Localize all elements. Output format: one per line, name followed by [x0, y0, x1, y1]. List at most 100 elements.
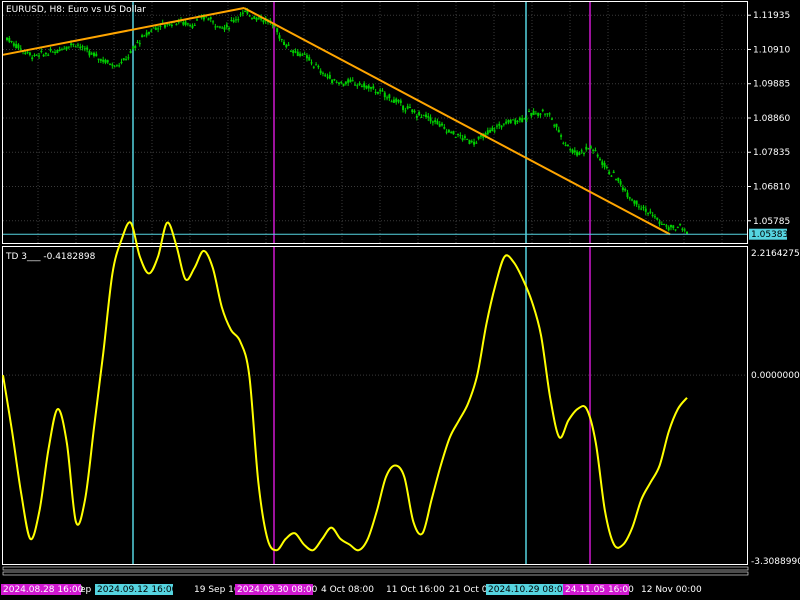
candle-body	[56, 49, 59, 53]
candle-body	[681, 228, 684, 230]
candle-body	[436, 121, 439, 125]
candle-body	[376, 91, 379, 94]
candle-body	[207, 18, 210, 21]
candle-body	[530, 113, 533, 116]
candle-body	[633, 200, 636, 204]
candle-body	[152, 27, 155, 29]
candle-body	[582, 153, 585, 155]
candle-body	[546, 113, 549, 115]
candle-body	[118, 65, 121, 67]
candle-body	[271, 24, 274, 26]
candle-body	[658, 221, 661, 224]
candle-body	[147, 31, 150, 34]
candle-body	[585, 146, 588, 150]
time-axis[interactable]: ep 19 Sep 16 4 Oct 08:00 11 Oct 16:00 21…	[1, 584, 702, 595]
candle-body	[363, 83, 366, 88]
candle-body	[63, 48, 66, 50]
candle-body	[221, 27, 224, 29]
symbol-label: EURUSD, H8: Euro vs US Dollar	[6, 5, 146, 15]
candle-body	[276, 28, 279, 33]
candle-body	[381, 90, 384, 92]
candle-body	[667, 227, 670, 231]
candle-body	[656, 217, 659, 220]
candle-body	[237, 19, 240, 21]
candle-body	[386, 97, 389, 99]
candle-body	[647, 212, 650, 214]
candle-body	[509, 119, 512, 124]
candle-body	[415, 115, 418, 118]
candle-body	[301, 54, 304, 56]
candle-body	[566, 145, 569, 147]
candle-body	[111, 64, 114, 66]
indicator-axis-max: 2.2164275	[751, 249, 800, 259]
candle-body	[576, 151, 579, 156]
candle-body	[491, 127, 494, 132]
price-tick-label: 1.09885	[753, 80, 790, 90]
candle-body	[136, 42, 139, 44]
candle-body	[93, 52, 96, 56]
candle-body	[214, 26, 217, 28]
candle-body	[191, 25, 194, 28]
candle-body	[422, 115, 425, 117]
candle-body	[218, 26, 221, 28]
candle-body	[344, 81, 347, 85]
candle-body	[578, 152, 581, 155]
time-label-3: 11 Oct 16:00	[386, 585, 445, 595]
candle-body	[571, 149, 574, 153]
candle-body	[562, 142, 565, 144]
candle-body	[511, 119, 514, 121]
candle-body	[244, 11, 247, 13]
candle-body	[120, 61, 123, 64]
candle-body	[594, 150, 597, 152]
candle-body	[143, 35, 146, 37]
candle-body	[351, 80, 354, 82]
candle-body	[424, 114, 427, 117]
candle-body	[539, 113, 542, 115]
candle-body	[310, 62, 313, 64]
candle-body	[154, 27, 157, 30]
candle-body	[441, 123, 444, 126]
candle-body	[457, 134, 460, 136]
candle-body	[54, 51, 57, 53]
candle-body	[134, 45, 137, 48]
candle-body	[454, 136, 457, 138]
candle-body	[35, 54, 38, 56]
candle-body	[157, 28, 160, 30]
candle-body	[541, 109, 544, 112]
candle-body	[628, 197, 631, 199]
candle-body	[528, 111, 531, 113]
candle-body	[388, 94, 391, 99]
candle-body	[615, 178, 618, 180]
candle-body	[292, 50, 295, 54]
candle-body	[283, 41, 286, 46]
candle-body	[553, 125, 556, 127]
chart-canvas[interactable]: EURUSD, H8: Euro vs US Dollar 1.11935 1.1…	[0, 0, 800, 600]
candle-body	[679, 223, 682, 226]
candle-body	[81, 46, 84, 48]
price-tick-label: 1.10910	[753, 45, 790, 55]
candle-body	[289, 50, 292, 52]
candle-body	[379, 89, 382, 92]
candle-body	[392, 99, 395, 103]
candle-body	[129, 51, 132, 54]
indicator-label: TD 3___ -0.4182898	[5, 252, 96, 262]
candle-body	[502, 123, 505, 125]
candle-body	[383, 92, 386, 98]
candle-body	[663, 223, 666, 225]
candle-body	[42, 54, 45, 57]
candle-body	[193, 24, 196, 26]
candle-body	[17, 44, 20, 49]
candle-body	[404, 110, 407, 112]
candle-body	[644, 208, 647, 212]
price-tick-label: 1.05785	[753, 217, 790, 227]
time-label-5: 12 Nov 00:00	[641, 585, 702, 595]
candle-body	[115, 64, 118, 66]
candle-body	[374, 91, 377, 93]
candle-body	[537, 112, 540, 116]
candle-body	[102, 59, 105, 62]
candle-body	[402, 105, 405, 111]
candle-body	[253, 16, 256, 19]
candle-body	[370, 87, 373, 89]
time-badge-1: 2024.09.12 16:00	[97, 585, 178, 595]
candle-body	[232, 20, 235, 22]
